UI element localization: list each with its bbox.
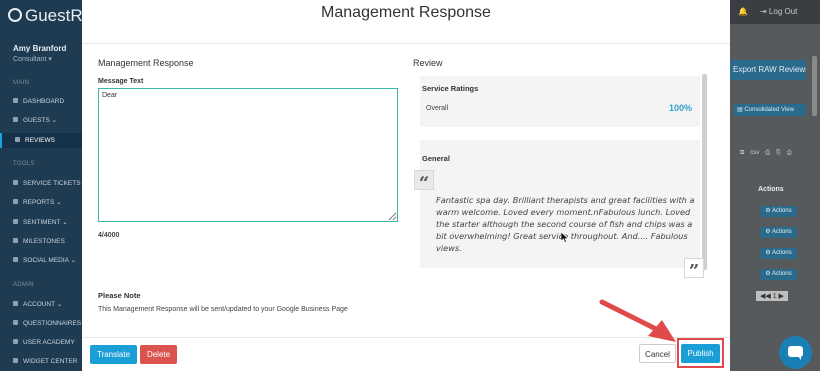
management-response-modal: Management Response Management Response … bbox=[82, 0, 730, 371]
review-scrollbar[interactable] bbox=[702, 74, 707, 270]
topbar: 🔔 ⇥ Log Out bbox=[730, 0, 820, 24]
sentiment-icon bbox=[13, 219, 18, 224]
sidebar-item-social-media[interactable]: SOCIAL MEDIA ⌄ bbox=[0, 253, 82, 268]
sidebar-item-sentiment[interactable]: SENTIMENT ⌄ bbox=[0, 215, 82, 230]
bell-icon[interactable]: 🔔 bbox=[738, 7, 748, 16]
reports-icon bbox=[13, 199, 18, 204]
response-heading: Management Response bbox=[98, 58, 194, 68]
widget-icon bbox=[13, 358, 18, 363]
sidebar-item-user-academy[interactable]: USER ACADEMY bbox=[0, 335, 82, 350]
columns-icon[interactable]: ⧉ bbox=[740, 150, 744, 157]
please-note-text: This Management Response will be sent/up… bbox=[98, 306, 348, 313]
sidebar-item-label: MILESTONES bbox=[23, 238, 65, 245]
sidebar-item-label: DASHBOARD bbox=[23, 98, 65, 105]
sidebar-item-service-tickets[interactable]: SERVICE TICKETS bbox=[0, 176, 82, 191]
review-text: Fantastic spa day. Brilliant therapists … bbox=[436, 195, 695, 253]
character-count: 4/4000 bbox=[98, 232, 120, 239]
nav-section-tools: TOOLS bbox=[13, 161, 35, 167]
delete-button[interactable]: Delete bbox=[140, 345, 177, 364]
sidebar-item-label: SOCIAL MEDIA ⌄ bbox=[23, 257, 76, 264]
page-scrollbar[interactable] bbox=[812, 56, 817, 116]
sidebar-item-label: GUESTS ⌄ bbox=[23, 117, 57, 124]
general-review-panel: General “ Fantastic spa day. Brilliant t… bbox=[414, 140, 704, 282]
publish-button[interactable]: Publish bbox=[681, 344, 720, 363]
actions-column-header: Actions bbox=[758, 186, 784, 193]
sidebar-item-label: ACCOUNT ⌄ bbox=[23, 301, 63, 308]
logout-link[interactable]: ⇥ Log Out bbox=[760, 7, 797, 16]
user-name: Amy Branford bbox=[13, 44, 67, 53]
consolidated-view-button[interactable]: ▤ Consolidated View bbox=[734, 104, 806, 116]
sidebar-item-label: REVIEWS bbox=[25, 137, 55, 144]
mouse-cursor-icon bbox=[561, 232, 569, 243]
logo-text: GuestR bbox=[25, 6, 83, 25]
modal-footer-divider bbox=[82, 337, 730, 338]
export-raw-reviews-button[interactable]: Export RAW Reviews bbox=[730, 60, 806, 80]
app-logo[interactable]: GuestR bbox=[8, 6, 83, 26]
account-icon bbox=[13, 301, 18, 306]
sidebar-item-label: WIDGET CENTER bbox=[23, 358, 78, 365]
sidebar-item-label: REPORTS ⌄ bbox=[23, 199, 62, 206]
sidebar-item-dashboard[interactable]: DASHBOARD bbox=[0, 94, 82, 109]
rating-label: Overall bbox=[426, 105, 449, 112]
modal-header: Management Response bbox=[82, 0, 730, 44]
chat-bubble-tail bbox=[797, 355, 801, 360]
sidebar-item-reviews[interactable]: REVIEWS bbox=[0, 133, 82, 148]
social-media-icon bbox=[13, 257, 18, 262]
sidebar: GuestR Amy Branford Consultant ▾ MAIN DA… bbox=[0, 0, 83, 371]
excel-icon[interactable]: ⎘ bbox=[776, 150, 781, 157]
questionnaires-icon bbox=[13, 320, 18, 325]
academy-icon bbox=[13, 339, 18, 344]
sidebar-item-widget-center[interactable]: WIDGET CENTER bbox=[0, 354, 82, 369]
row-actions-button[interactable]: ⚙ Actions bbox=[760, 227, 797, 238]
milestones-icon bbox=[13, 238, 18, 243]
reviews-icon bbox=[15, 137, 20, 142]
general-title: General bbox=[422, 154, 450, 163]
close-quote-icon: ” bbox=[684, 258, 704, 282]
sidebar-item-reports[interactable]: REPORTS ⌄ bbox=[0, 195, 82, 210]
rating-value: 100% bbox=[668, 103, 692, 113]
row-actions-button[interactable]: ⚙ Actions bbox=[760, 206, 797, 217]
open-quote-icon: “ bbox=[414, 170, 434, 194]
sidebar-item-guests[interactable]: GUESTS ⌄ bbox=[0, 113, 82, 128]
nav-section-admin: ADMIN bbox=[13, 282, 34, 288]
sidebar-item-account[interactable]: ACCOUNT ⌄ bbox=[0, 297, 82, 312]
ticket-icon bbox=[13, 180, 18, 185]
service-ratings-title: Service Ratings bbox=[422, 84, 479, 93]
row-actions-button[interactable]: ⚙ Actions bbox=[760, 269, 797, 280]
translate-button[interactable]: Translate bbox=[90, 345, 137, 364]
table-tools: ⧉ csv ⎙ ⎘ ⎙ bbox=[740, 150, 798, 157]
please-note-title: Please Note bbox=[98, 291, 141, 300]
message-text-label: Message Text bbox=[98, 78, 144, 85]
service-ratings-panel: Service Ratings Overall 100% bbox=[420, 76, 700, 127]
review-heading: Review bbox=[413, 58, 443, 68]
print-icon[interactable]: ⎙ bbox=[787, 150, 792, 157]
nav-section-main: MAIN bbox=[13, 80, 30, 86]
row-actions-button[interactable]: ⚙ Actions bbox=[760, 248, 797, 259]
message-text-input[interactable]: Dear bbox=[98, 88, 398, 222]
sidebar-item-label: USER ACADEMY bbox=[23, 339, 75, 346]
sidebar-item-label: QUESTIONNAIRES bbox=[23, 320, 82, 327]
csv-button[interactable]: csv bbox=[750, 150, 759, 156]
modal-title: Management Response bbox=[321, 4, 491, 21]
guests-icon bbox=[13, 117, 18, 122]
cancel-button[interactable]: Cancel bbox=[639, 344, 676, 363]
sidebar-item-milestones[interactable]: MILESTONES bbox=[0, 234, 82, 249]
logo-icon bbox=[8, 8, 22, 22]
pdf-icon[interactable]: ⎙ bbox=[765, 150, 770, 157]
pagination[interactable]: ◀◀ 1 ▶ bbox=[756, 291, 788, 301]
dashboard-icon bbox=[13, 98, 18, 103]
sidebar-item-label: SENTIMENT ⌄ bbox=[23, 219, 68, 226]
sidebar-item-questionnaires[interactable]: QUESTIONNAIRES bbox=[0, 316, 82, 331]
chat-widget-button[interactable] bbox=[779, 336, 812, 369]
user-role-dropdown[interactable]: Consultant ▾ bbox=[13, 55, 52, 63]
sidebar-item-label: SERVICE TICKETS bbox=[23, 180, 81, 187]
